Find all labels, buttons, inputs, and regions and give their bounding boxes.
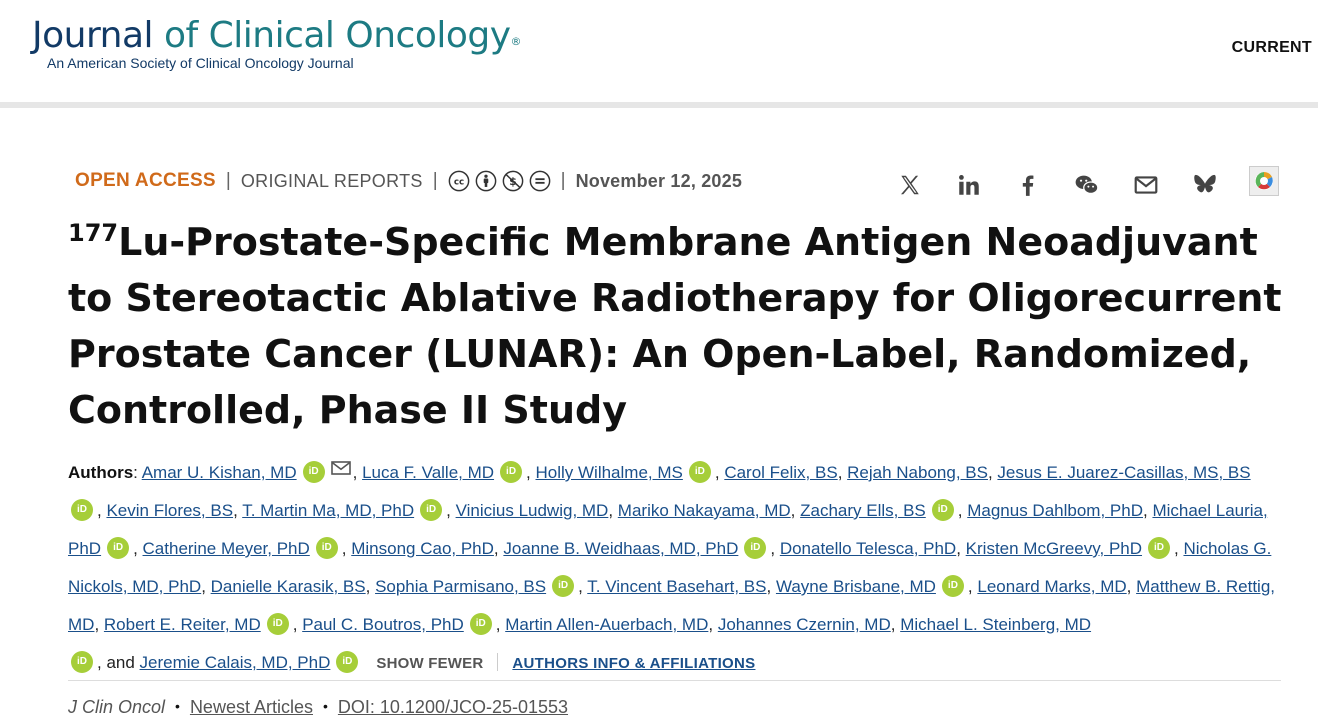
logo-title: Journal of Clinical Oncology®: [32, 14, 522, 58]
orcid-icon[interactable]: iD: [552, 575, 575, 597]
author-link[interactable]: Danielle Karasik, BS: [211, 577, 366, 596]
authors-label: Authors: [68, 463, 134, 482]
author-link[interactable]: Mariko Nakayama, MD: [618, 501, 791, 520]
orcid-icon[interactable]: iD: [71, 651, 93, 673]
email-icon[interactable]: [330, 451, 351, 489]
author-link[interactable]: T. Vincent Basehart, BS: [587, 577, 766, 596]
orcid-icon[interactable]: iD: [107, 537, 130, 559]
author-link[interactable]: Rejah Nabong, BS: [847, 463, 988, 482]
citation-divider: [68, 680, 1281, 681]
site-header: Journal of Clinical Oncology® An America…: [0, 0, 1318, 102]
meta-separator: |: [432, 170, 438, 191]
author-link[interactable]: Magnus Dahlbom, PhD: [967, 501, 1143, 520]
header-divider: [0, 102, 1318, 108]
share-facebook-button[interactable]: [1011, 168, 1045, 202]
wechat-icon: [1075, 175, 1099, 195]
author-link[interactable]: Leonard Marks, MD: [977, 577, 1126, 596]
author-link[interactable]: Robert E. Reiter, MD: [104, 615, 261, 634]
facebook-icon: [1022, 175, 1034, 196]
author-link[interactable]: Michael L. Steinberg, MD: [900, 615, 1091, 634]
journal-logo[interactable]: Journal of Clinical Oncology® An America…: [32, 14, 522, 71]
author-link[interactable]: Joanne B. Weidhaas, MD, PhD: [503, 539, 738, 558]
bullet: •: [322, 698, 328, 714]
author-link[interactable]: Zachary Ells, BS: [800, 501, 926, 520]
article-type[interactable]: ORIGINAL REPORTS: [241, 171, 423, 192]
author-link[interactable]: Johannes Czernin, MD: [718, 615, 891, 634]
author-link[interactable]: Catherine Meyer, PhD: [143, 539, 310, 558]
author-link[interactable]: Holly Wilhalme, MS: [536, 463, 683, 482]
altmetric-badge[interactable]: [1249, 166, 1279, 196]
orcid-icon[interactable]: iD: [336, 651, 359, 673]
svg-text:cc: cc: [453, 178, 463, 188]
meta-separator: |: [560, 170, 566, 191]
nav-current-link[interactable]: CURRENT: [1232, 39, 1312, 57]
orcid-icon[interactable]: iD: [469, 613, 492, 635]
author-link[interactable]: Donatello Telesca, PhD: [780, 539, 956, 558]
nd-icon: [529, 170, 550, 192]
show-fewer-button[interactable]: SHOW FEWER: [376, 655, 483, 672]
doi-link[interactable]: DOI: 10.1200/JCO-25-01553: [338, 697, 568, 717]
author-link[interactable]: Luca F. Valle, MD: [362, 463, 494, 482]
author-link[interactable]: Wayne Brisbane, MD: [776, 577, 936, 596]
orcid-icon[interactable]: iD: [931, 499, 954, 521]
orcid-icon[interactable]: iD: [688, 461, 711, 483]
share-bluesky-button[interactable]: [1188, 168, 1222, 202]
orcid-icon[interactable]: iD: [1148, 537, 1171, 559]
author-link[interactable]: Minsong Cao, PhD: [351, 539, 494, 558]
author-link[interactable]: Amar U. Kishan, MD: [142, 463, 297, 482]
orcid-icon[interactable]: iD: [420, 499, 443, 521]
and-text: , and: [97, 653, 135, 672]
orcid-icon[interactable]: iD: [315, 537, 338, 559]
orcid-icon[interactable]: iD: [266, 613, 289, 635]
author-link[interactable]: T. Martin Ma, MD, PhD: [242, 501, 414, 520]
bluesky-icon: [1194, 174, 1216, 193]
author-link[interactable]: Paul C. Boutros, PhD: [302, 615, 464, 634]
author-link[interactable]: Sophia Parmisano, BS: [375, 577, 546, 596]
author-link[interactable]: Kristen McGreevy, PhD: [966, 539, 1142, 558]
logo-registered-mark: ®: [510, 35, 522, 48]
share-email-button[interactable]: [1129, 168, 1163, 202]
license-icons[interactable]: cc $: [448, 170, 551, 192]
citation-line: J Clin Oncol • Newest Articles • DOI: 10.120…: [68, 697, 568, 718]
x-icon: [901, 175, 919, 195]
nc-icon: $: [502, 170, 523, 192]
authors-divider: [497, 653, 499, 671]
section-link[interactable]: Newest Articles: [190, 697, 313, 717]
article-title: 177Lu-Prostate-Specific Membrane Antigen…: [68, 214, 1298, 438]
email-icon: [1134, 176, 1158, 194]
author-link[interactable]: Jesus E. Juarez-Casillas, MS, BS: [997, 463, 1250, 482]
share-x-button[interactable]: [893, 168, 927, 202]
orcid-icon[interactable]: iD: [500, 461, 523, 483]
altmetric-donut-icon: [1255, 172, 1273, 190]
share-linkedin-button[interactable]: [952, 168, 986, 202]
cc-icon: cc: [448, 170, 469, 192]
author-link[interactable]: Martin Allen-Auerbach, MD: [505, 615, 708, 634]
logo-journal-word: Journal: [32, 15, 154, 56]
logo-rest-words: of Clinical Oncology: [163, 15, 511, 56]
author-list: Authors: Amar U. Kishan, MD iD, Luca F. V…: [68, 451, 1298, 683]
linkedin-icon: [959, 175, 979, 195]
orcid-icon[interactable]: iD: [744, 537, 767, 559]
orcid-icon[interactable]: iD: [71, 499, 93, 521]
publication-date: November 12, 2025: [575, 170, 743, 191]
by-icon: [475, 170, 496, 192]
author-link[interactable]: Jeremie Calais, MD, PhD: [140, 653, 331, 672]
author-link[interactable]: Kevin Flores, BS: [106, 501, 233, 520]
title-text: Lu-Prostate-Specific Membrane Antigen Ne…: [68, 220, 1282, 432]
title-isotope: 177: [68, 219, 119, 247]
author-link[interactable]: Vinicius Ludwig, MD: [456, 501, 609, 520]
orcid-icon[interactable]: iD: [302, 461, 325, 483]
authors-affiliations-link[interactable]: AUTHORS INFO & AFFILIATIONS: [512, 655, 755, 672]
share-wechat-button[interactable]: [1070, 168, 1104, 202]
author-link[interactable]: Carol Felix, BS: [724, 463, 837, 482]
bullet: •: [175, 698, 180, 714]
meta-separator: |: [225, 170, 231, 191]
article-meta: OPEN ACCESS | ORIGINAL REPORTS | cc $ | …: [75, 168, 742, 194]
share-bar: [893, 168, 1247, 202]
open-access-badge: OPEN ACCESS: [75, 170, 216, 191]
journal-abbrev: J Clin Oncol: [68, 697, 166, 717]
orcid-icon[interactable]: iD: [941, 575, 964, 597]
